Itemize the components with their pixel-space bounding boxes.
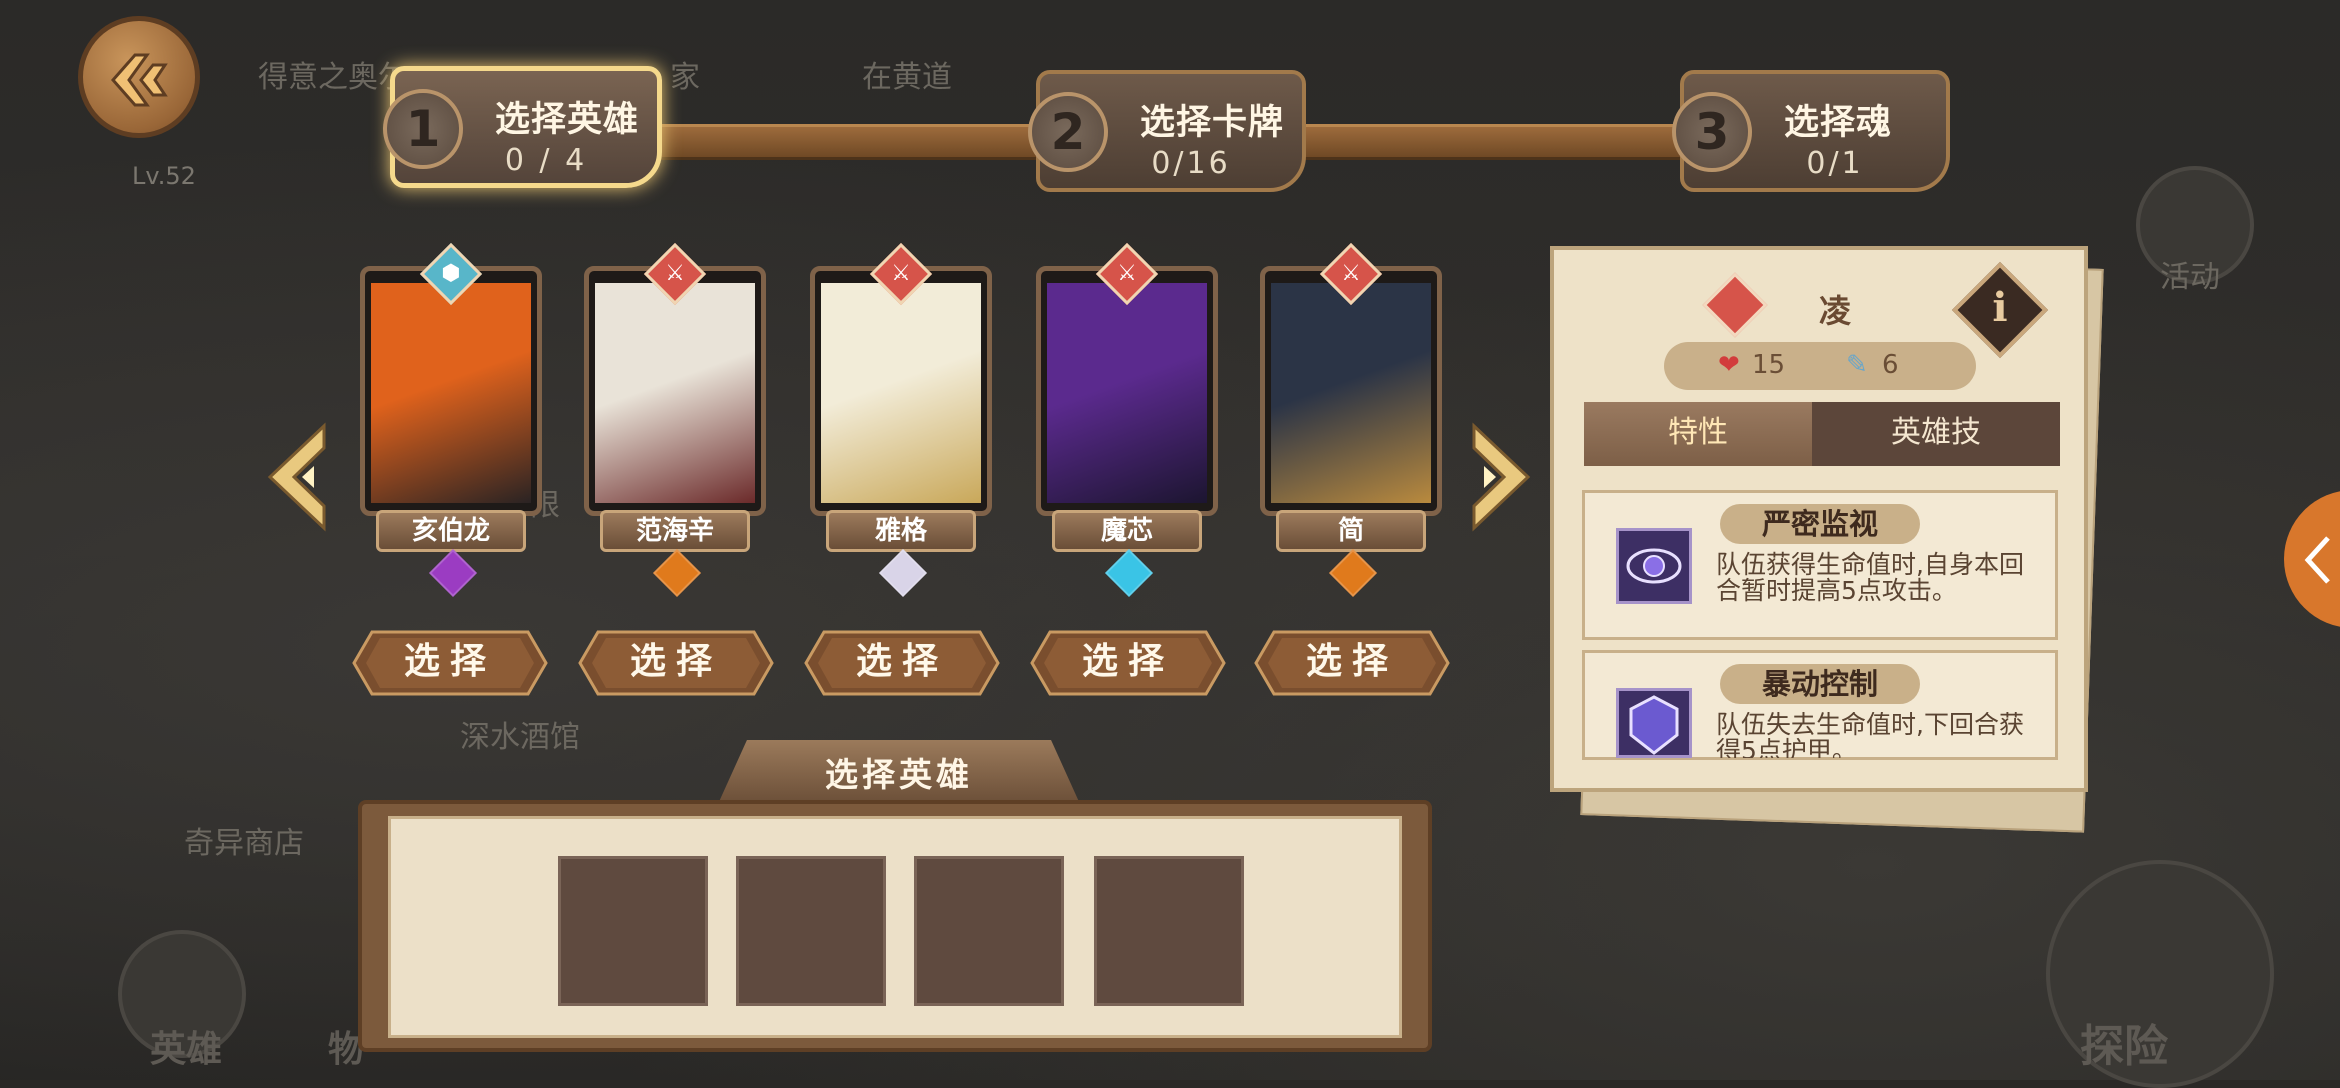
hero-name: 魔芯 (1052, 510, 1202, 552)
player-level: Lv.52 (132, 162, 196, 190)
bg-shop-label: 奇异商店 (184, 826, 304, 861)
shield-hex-icon (1616, 688, 1692, 758)
back-arrow-icon (111, 53, 168, 107)
hero-portrait (595, 283, 755, 503)
trait-name: 暴动控制 (1720, 664, 1920, 704)
trait-description: 队伍获得生命值时,自身本回合暂时提高5点攻击。 (1716, 550, 2024, 605)
bg-tavern-label: 深水酒馆 (460, 720, 580, 755)
select-hero-button[interactable]: 选择 (578, 630, 774, 696)
hero-name: 简 (1276, 510, 1426, 552)
chevron-right-icon (1472, 422, 1531, 532)
chevron-left-icon (267, 422, 326, 532)
hero-name: 范海辛 (600, 510, 750, 552)
trait-name: 严密监视 (1720, 504, 1920, 544)
hero-card[interactable]: ⚔ 雅格 (810, 242, 992, 598)
detail-tabs: 特性 英雄技 (1584, 402, 2060, 466)
step-select-cards[interactable]: 2 选择卡牌 0/16 (1028, 70, 1306, 192)
selected-heroes-tab-label: 选择英雄 (825, 755, 973, 794)
tab-hero-skill[interactable]: 英雄技 (1812, 402, 2060, 466)
bg-text: 家 (670, 60, 700, 95)
hero-portrait (821, 283, 981, 503)
info-icon: i (1992, 284, 2008, 331)
hero-card[interactable]: ⚔ 范海辛 (584, 242, 766, 598)
next-hero-arrow[interactable] (1464, 422, 1534, 532)
hero-card[interactable]: ⬢ 亥伯龙 (360, 242, 542, 598)
bg-player-name: 得意之奥尔 (258, 60, 408, 95)
step-count: 0/16 (1151, 146, 1231, 181)
step-select-hero[interactable]: 1 选择英雄 0 / 4 (383, 66, 662, 188)
hero-slot-3[interactable] (914, 856, 1064, 1006)
hero-stats-bar (1664, 342, 1976, 390)
hero-slot-2[interactable] (736, 856, 886, 1006)
back-button[interactable] (78, 16, 200, 138)
select-button-label: 选择 (1305, 641, 1398, 682)
heart-icon: ❤ (1718, 350, 1740, 380)
step-select-soul[interactable]: 3 选择魂 0/1 (1672, 70, 1950, 192)
select-hero-button[interactable]: 选择 (804, 630, 1000, 696)
hero-portrait (1271, 283, 1431, 503)
tab-traits[interactable]: 特性 (1584, 402, 1812, 466)
bg-location-text: 在黄道 (862, 60, 952, 95)
select-hero-button[interactable]: 选择 (352, 630, 548, 696)
select-button-label: 选择 (629, 641, 722, 682)
hero-portrait (371, 283, 531, 503)
prev-hero-arrow[interactable] (264, 422, 334, 532)
hero-card-count: 6 (1882, 350, 1899, 380)
selected-heroes-inner (388, 816, 1402, 1038)
step-title: 选择英雄 (495, 100, 640, 140)
bg-explore-label: 探险 (2080, 1021, 2168, 1072)
select-button-label: 选择 (1081, 641, 1174, 682)
hero-card[interactable]: ⚔ 魔芯 (1036, 242, 1218, 598)
hero-name: 雅格 (826, 510, 976, 552)
select-button-label: 选择 (403, 641, 496, 682)
chevron-left-icon (2304, 536, 2330, 584)
hero-name: 亥伯龙 (376, 510, 526, 552)
step-title: 选择魂 (1784, 103, 1893, 143)
eye-icon (1616, 528, 1692, 604)
step-count: 0/1 (1806, 146, 1864, 181)
bg-hero-label: 英雄 (150, 1029, 223, 1070)
card-count-icon: ✎ (1846, 350, 1868, 380)
step-count: 0 / 4 (504, 143, 588, 178)
hero-portrait (1047, 283, 1207, 503)
trait-description: 队伍失去生命值时,下回合获得5点护甲。 (1716, 712, 2024, 758)
hero-hp: 15 (1752, 350, 1786, 380)
step-title: 选择卡牌 (1140, 103, 1285, 143)
hero-slot-4[interactable] (1094, 856, 1244, 1006)
bg-event-label: 活动 (2160, 260, 2220, 295)
select-hero-button[interactable]: 选择 (1254, 630, 1450, 696)
select-hero-button[interactable]: 选择 (1030, 630, 1226, 696)
hero-slot-1[interactable] (558, 856, 708, 1006)
select-button-label: 选择 (855, 641, 948, 682)
hero-card[interactable]: ⚔ 简 (1260, 242, 1442, 598)
